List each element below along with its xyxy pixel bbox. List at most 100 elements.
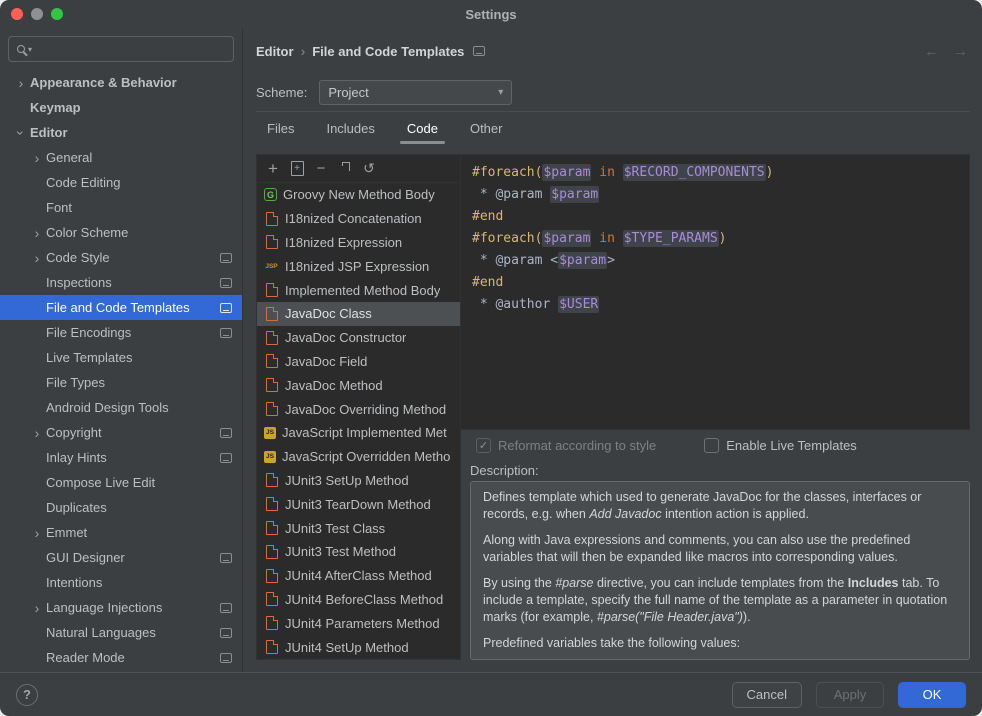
ok-button[interactable]: OK	[898, 682, 966, 708]
sidebar-item-general[interactable]: ›General	[0, 145, 242, 170]
reformat-checkbox[interactable]: ✓ Reformat according to style	[476, 438, 656, 453]
minimize-button[interactable]	[31, 8, 43, 20]
apply-button[interactable]: Apply	[816, 682, 884, 708]
template-item-junit4-setup-method[interactable]: JUnit4 SetUp Method	[257, 635, 460, 659]
chevron-right-icon[interactable]: ›	[28, 425, 46, 441]
template-item-javadoc-constructor[interactable]: JavaDoc Constructor	[257, 326, 460, 350]
close-button[interactable]	[11, 8, 23, 20]
template-item-label: JavaScript Overridden Metho	[282, 449, 450, 464]
template-item-javascript-implemented-met[interactable]: JSJavaScript Implemented Met	[257, 421, 460, 445]
template-item-i18nized-concatenation[interactable]: I18nized Concatenation	[257, 207, 460, 231]
reset-to-default-icon[interactable]: ↺	[357, 160, 381, 177]
scheme-select[interactable]: Project ▾	[319, 80, 512, 105]
search-input[interactable]: ▾	[8, 36, 234, 62]
forward-icon[interactable]: →	[953, 43, 968, 60]
template-item-junit3-teardown-method[interactable]: JUnit3 TearDown Method	[257, 492, 460, 516]
template-item-i18nized-jsp-expression[interactable]: JSPI18nized JSP Expression	[257, 254, 460, 278]
add-template-icon[interactable]: +	[261, 159, 285, 179]
sidebar-item-copyright[interactable]: ›Copyright	[0, 420, 242, 445]
template-item-implemented-method-body[interactable]: Implemented Method Body	[257, 278, 460, 302]
settings-tree: ›Appearance & Behavior›Keymap›Editor›Gen…	[0, 64, 242, 672]
sidebar-item-file-encodings[interactable]: ›File Encodings	[0, 320, 242, 345]
template-item-label: JavaDoc Overriding Method	[285, 402, 446, 417]
sidebar-item-code-style[interactable]: ›Code Style	[0, 245, 242, 270]
sidebar-item-emmet[interactable]: ›Emmet	[0, 520, 242, 545]
sidebar-item-font[interactable]: ›Font	[0, 195, 242, 220]
template-item-label: JavaDoc Method	[285, 378, 383, 393]
template-editor[interactable]: #foreach($param in $RECORD_COMPONENTS) *…	[461, 154, 970, 430]
sidebar-item-code-editing[interactable]: ›Code Editing	[0, 170, 242, 195]
sidebar-item-duplicates[interactable]: ›Duplicates	[0, 495, 242, 520]
template-item-i18nized-expression[interactable]: I18nized Expression	[257, 231, 460, 255]
chevron-right-icon[interactable]: ›	[28, 600, 46, 616]
tab-other[interactable]: Other	[454, 112, 519, 144]
template-item-javadoc-method[interactable]: JavaDoc Method	[257, 373, 460, 397]
create-child-template-icon[interactable]	[285, 161, 309, 176]
groovy-file-icon: G	[264, 188, 277, 201]
sidebar-item-file-types[interactable]: ›File Types	[0, 370, 242, 395]
template-item-junit4-beforeclass-method[interactable]: JUnit4 BeforeClass Method	[257, 588, 460, 612]
sidebar-item-gui-designer[interactable]: ›GUI Designer	[0, 545, 242, 570]
sidebar-item-inspections[interactable]: ›Inspections	[0, 270, 242, 295]
copy-template-icon[interactable]	[333, 162, 357, 175]
chevron-right-icon[interactable]: ›	[28, 225, 46, 241]
cancel-button[interactable]: Cancel	[732, 682, 802, 708]
back-icon[interactable]: ←	[924, 43, 939, 60]
sidebar-item-intentions[interactable]: ›Intentions	[0, 570, 242, 595]
sidebar-item-file-and-code-templates[interactable]: ›File and Code Templates	[0, 295, 242, 320]
template-item-javascript-overridden-metho[interactable]: JS JavaScript Overridden Metho	[257, 445, 460, 469]
template-item-junit4-parameters-method[interactable]: JUnit4 Parameters Method	[257, 611, 460, 635]
sidebar-item-compose-live-edit[interactable]: ›Compose Live Edit	[0, 470, 242, 495]
chevron-right-icon[interactable]: ›	[28, 525, 46, 541]
template-item-javadoc-field[interactable]: JavaDoc Field	[257, 350, 460, 374]
template-item-junit3-test-class[interactable]: JUnit3 Test Class	[257, 516, 460, 540]
sidebar-item-label: Language Injections	[46, 600, 162, 615]
sidebar-item-label: Code Style	[46, 250, 110, 265]
traffic-lights	[11, 8, 63, 20]
sidebar-item-android-design-tools[interactable]: ›Android Design Tools	[0, 395, 242, 420]
chevron-right-icon[interactable]: ›	[12, 75, 30, 91]
chevron-right-icon[interactable]: ›	[28, 150, 46, 166]
sidebar-item-label: Inlay Hints	[46, 450, 107, 465]
template-file-icon	[264, 473, 279, 487]
template-item-label: Groovy New Method Body	[283, 187, 435, 202]
sidebar-item-editor[interactable]: ›Editor	[0, 120, 242, 145]
sidebar-item-keymap[interactable]: ›Keymap	[0, 95, 242, 120]
template-file-icon	[264, 545, 279, 559]
description-label: Description:	[461, 460, 970, 481]
zoom-button[interactable]	[51, 8, 63, 20]
enable-live-templates-checkbox[interactable]: Enable Live Templates	[704, 438, 857, 453]
tab-includes[interactable]: Includes	[310, 112, 390, 144]
project-settings-icon	[220, 653, 232, 663]
main-pane: Editor › File and Code Templates ← → Sch…	[243, 28, 982, 672]
chevron-down-icon[interactable]: ›	[13, 124, 29, 142]
description-paragraph: Defines template which used to generate …	[483, 489, 957, 523]
template-item-label: JUnit3 SetUp Method	[285, 473, 409, 488]
template-item-javadoc-overriding-method[interactable]: JavaDoc Overriding Method	[257, 397, 460, 421]
sidebar-item-inlay-hints[interactable]: ›Inlay Hints	[0, 445, 242, 470]
breadcrumb-editor[interactable]: Editor	[256, 44, 294, 59]
sidebar-item-appearance-behavior[interactable]: ›Appearance & Behavior	[0, 70, 242, 95]
js-file-icon: JS	[264, 451, 276, 463]
template-item-label: JavaDoc Class	[285, 306, 372, 321]
tab-code[interactable]: Code	[391, 112, 454, 144]
sidebar-item-color-scheme[interactable]: ›Color Scheme	[0, 220, 242, 245]
template-item-label: JUnit3 TearDown Method	[285, 497, 431, 512]
project-settings-icon	[473, 46, 485, 56]
panes: + − ↺ G Groovy New Method Body I18nized Conc…	[256, 154, 970, 660]
sidebar-item-language-injections[interactable]: ›Language Injections	[0, 595, 242, 620]
template-file-icon	[264, 402, 279, 416]
template-item-junit3-setup-method[interactable]: JUnit3 SetUp Method	[257, 469, 460, 493]
sidebar-item-reader-mode[interactable]: ›Reader Mode	[0, 645, 242, 670]
template-item-javadoc-class[interactable]: JavaDoc Class	[257, 302, 460, 326]
help-button[interactable]: ?	[16, 684, 38, 706]
template-item-label: JavaDoc Field	[285, 354, 367, 369]
template-item-junit3-test-method[interactable]: JUnit3 Test Method	[257, 540, 460, 564]
sidebar-item-natural-languages[interactable]: ›Natural Languages	[0, 620, 242, 645]
chevron-right-icon[interactable]: ›	[28, 250, 46, 266]
remove-template-icon[interactable]: −	[309, 160, 333, 177]
sidebar-item-live-templates[interactable]: ›Live Templates	[0, 345, 242, 370]
tab-files[interactable]: Files	[251, 112, 310, 144]
template-item-junit4-afterclass-method[interactable]: JUnit4 AfterClass Method	[257, 564, 460, 588]
template-item-groovy-new-method-body[interactable]: G Groovy New Method Body	[257, 183, 460, 207]
